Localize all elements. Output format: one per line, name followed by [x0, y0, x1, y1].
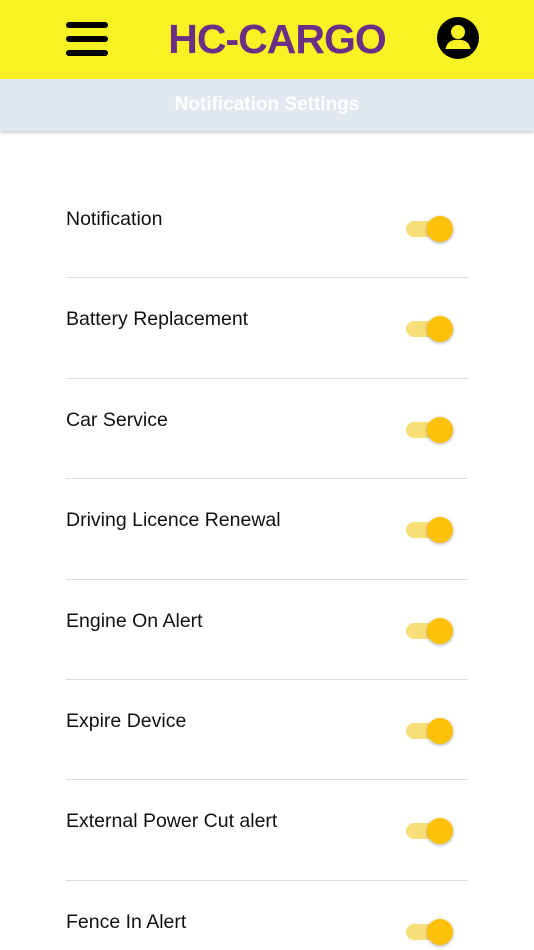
setting-toggle[interactable] — [406, 416, 454, 443]
setting-label: External Power Cut alert — [66, 810, 278, 833]
setting-toggle[interactable] — [406, 617, 454, 644]
account-button[interactable] — [435, 15, 481, 61]
toggle-thumb — [427, 617, 453, 644]
toggle-thumb — [427, 717, 453, 744]
toggle-thumb — [427, 316, 453, 343]
menu-button[interactable] — [62, 17, 112, 61]
setting-label: Car Service — [66, 408, 168, 431]
toggle-thumb — [427, 918, 453, 945]
setting-label: Fence In Alert — [66, 910, 187, 933]
setting-row: Fence In Alert — [66, 881, 468, 950]
setting-row: Battery Replacement — [66, 278, 468, 379]
setting-label: Battery Replacement — [66, 308, 249, 331]
brand-logo: HC-CARGO — [168, 16, 386, 62]
setting-toggle[interactable] — [406, 316, 454, 343]
setting-row: Driving Licence Renewal — [66, 479, 468, 580]
setting-toggle[interactable] — [406, 918, 454, 945]
setting-row: Expire Device — [66, 680, 468, 781]
setting-label: Notification — [66, 208, 163, 230]
setting-row: Car Service — [66, 379, 468, 480]
toggle-thumb — [427, 818, 453, 845]
setting-label: Engine On Alert — [66, 609, 203, 632]
hamburger-menu-icon — [66, 36, 108, 42]
toggle-thumb — [427, 517, 453, 544]
page-title: Notification Settings — [0, 79, 534, 131]
setting-toggle[interactable] — [406, 717, 454, 744]
app-header: HC-CARGO — [0, 0, 534, 79]
setting-label: Expire Device — [66, 709, 187, 732]
hamburger-menu-icon — [66, 22, 108, 28]
hamburger-menu-icon — [66, 50, 108, 56]
setting-row: Notification — [66, 178, 468, 279]
settings-list: Notification Battery Replacement Car Servi… — [66, 178, 468, 950]
setting-toggle[interactable] — [406, 517, 454, 544]
toggle-thumb — [427, 216, 453, 242]
setting-label: Driving Licence Renewal — [66, 509, 281, 532]
setting-row: External Power Cut alert — [66, 780, 468, 881]
toggle-thumb — [427, 416, 453, 443]
setting-row: Engine On Alert — [66, 580, 468, 680]
account-circle-icon — [437, 17, 479, 59]
setting-toggle[interactable] — [406, 818, 454, 845]
setting-toggle[interactable] — [406, 216, 454, 242]
